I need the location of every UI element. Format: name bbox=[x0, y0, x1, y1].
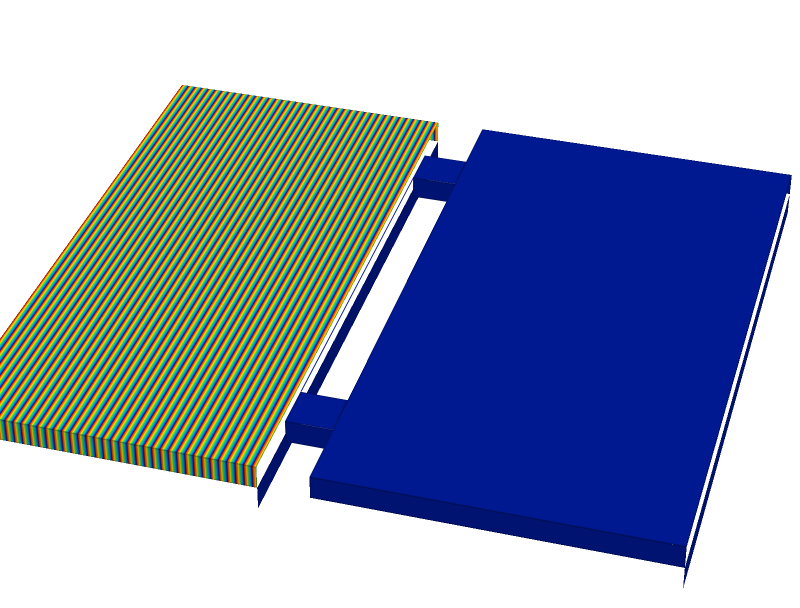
viewport[interactable] bbox=[0, 0, 800, 608]
scene[interactable] bbox=[0, 0, 800, 608]
